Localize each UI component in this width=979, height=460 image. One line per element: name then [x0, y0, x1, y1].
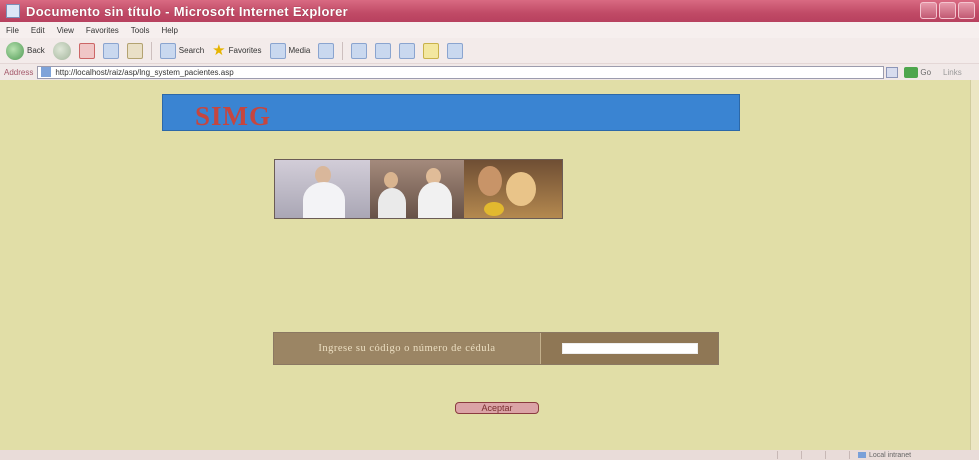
vertical-scrollbar[interactable]	[970, 80, 979, 450]
ie-icon	[6, 4, 20, 18]
search-icon	[159, 42, 176, 59]
photo-medical-staff	[370, 160, 464, 218]
menu-view[interactable]: View	[57, 26, 74, 35]
status-cell	[825, 451, 847, 459]
address-url: http://localhost/raiz/asp/lng_system_pac…	[55, 67, 234, 77]
address-bar: Address http://localhost/raiz/asp/lng_sy…	[0, 64, 979, 80]
toolbar-separator	[150, 41, 152, 60]
forward-arrow-icon	[52, 41, 71, 60]
security-zone: Local intranet	[849, 451, 979, 459]
forward-button[interactable]	[52, 41, 71, 60]
menu-tools[interactable]: Tools	[131, 26, 150, 35]
search-label: Search	[178, 46, 205, 55]
media-button[interactable]: Media	[269, 42, 311, 59]
print-icon[interactable]	[375, 42, 392, 59]
address-input[interactable]: http://localhost/raiz/asp/lng_system_pac…	[37, 65, 885, 79]
media-icon	[269, 42, 286, 59]
status-bar: Local intranet	[0, 450, 979, 460]
stop-icon[interactable]	[78, 42, 95, 59]
refresh-icon[interactable]	[102, 42, 119, 59]
address-label: Address	[4, 67, 34, 77]
go-label: Go	[920, 67, 932, 77]
minimize-button[interactable]	[920, 2, 937, 19]
page-content: SIMG Ingrese su código o número de cédul…	[0, 80, 979, 450]
messenger-icon[interactable]	[447, 42, 464, 59]
go-arrow-icon	[904, 66, 919, 78]
accept-button[interactable]: Aceptar	[455, 402, 539, 414]
page-favicon-icon	[41, 67, 52, 77]
menu-edit[interactable]: Edit	[31, 26, 45, 35]
window-title: Documento sin título - Microsoft Interne…	[26, 3, 348, 19]
site-banner: SIMG	[162, 94, 740, 131]
back-label: Back	[27, 46, 45, 55]
window-titlebar: Documento sin título - Microsoft Interne…	[0, 0, 979, 22]
close-button[interactable]	[958, 2, 975, 19]
menu-file[interactable]: File	[6, 26, 19, 35]
menu-bar: File Edit View Favorites Tools Help	[0, 22, 979, 38]
search-button[interactable]: Search	[159, 42, 205, 59]
toolbar: Back Search ★ Favorites Media	[0, 38, 979, 64]
zone-label: Local intranet	[869, 451, 912, 459]
patient-id-label: Ingrese su código o número de cédula	[274, 333, 540, 364]
back-button[interactable]: Back	[6, 41, 45, 60]
back-arrow-icon	[6, 41, 24, 60]
edit-icon[interactable]	[399, 42, 416, 59]
go-button[interactable]: Go	[904, 66, 932, 78]
media-label: Media	[288, 46, 311, 55]
header-photo-strip	[274, 159, 563, 219]
home-icon[interactable]	[126, 42, 143, 59]
links-button[interactable]: Links	[943, 68, 962, 77]
patient-id-input[interactable]	[561, 343, 698, 354]
patient-login-form: Ingrese su código o número de cédula	[273, 332, 719, 365]
favorites-star-icon: ★	[212, 42, 226, 59]
menu-favorites[interactable]: Favorites	[86, 26, 119, 35]
intranet-icon	[858, 452, 866, 458]
toolbar-separator	[342, 41, 344, 60]
photo-couple	[463, 160, 562, 218]
history-icon[interactable]	[318, 42, 335, 59]
maximize-button[interactable]	[939, 2, 956, 19]
mail-icon[interactable]	[351, 42, 368, 59]
address-dropdown-icon[interactable]	[886, 66, 899, 78]
favorites-button[interactable]: ★ Favorites	[212, 43, 261, 58]
banner-title: SIMG	[195, 101, 272, 131]
folder-icon[interactable]	[423, 42, 440, 59]
status-cell	[801, 451, 823, 459]
favorites-label: Favorites	[228, 46, 262, 55]
status-cell	[777, 451, 799, 459]
menu-help[interactable]: Help	[161, 26, 177, 35]
patient-id-cell	[540, 333, 718, 364]
photo-doctor	[275, 160, 371, 218]
